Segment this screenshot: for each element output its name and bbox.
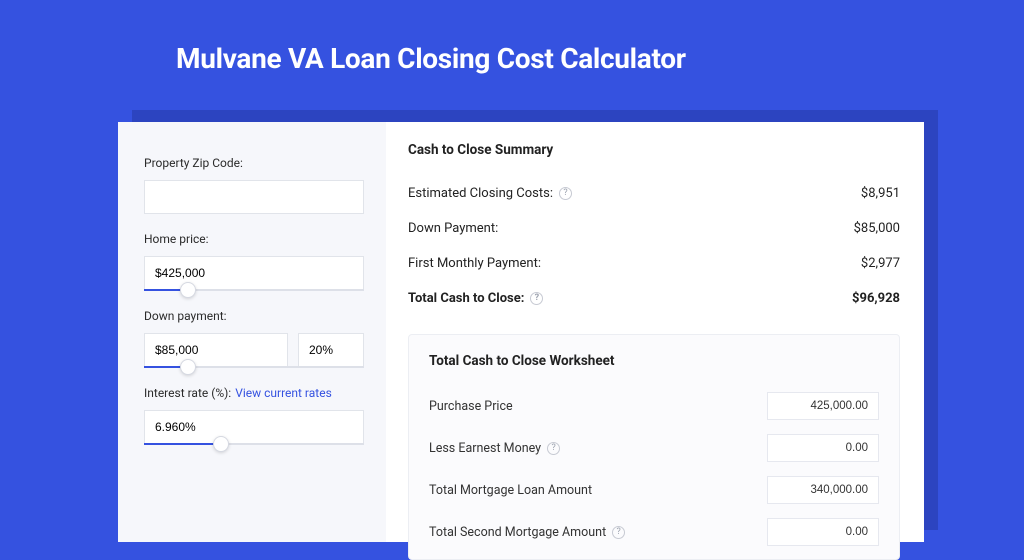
summary-total-row: Total Cash to Close: ? $96,928 (408, 281, 900, 316)
summary-heading: Cash to Close Summary (408, 142, 900, 158)
interest-slider[interactable] (144, 443, 364, 445)
interest-slider-knob[interactable] (213, 436, 229, 452)
zip-label: Property Zip Code: (144, 156, 364, 170)
down-payment-input[interactable] (144, 333, 288, 367)
down-payment-slider-knob[interactable] (180, 359, 196, 375)
view-rates-link[interactable]: View current rates (235, 386, 332, 400)
down-payment-label: Down payment: (144, 309, 364, 323)
summary-row: Estimated Closing Costs:? $8,951 (408, 176, 900, 211)
calculator-card: Property Zip Code: Home price: Down paym… (118, 122, 924, 542)
down-payment-pct-input[interactable] (298, 333, 364, 367)
worksheet-row: Total Mortgage Loan Amount (429, 469, 879, 511)
home-price-input[interactable] (144, 256, 364, 290)
worksheet-row: Purchase Price (429, 385, 879, 427)
help-icon[interactable]: ? (547, 442, 560, 455)
summary-row-label: Estimated Closing Costs: (408, 186, 553, 201)
inputs-panel: Property Zip Code: Home price: Down paym… (118, 122, 386, 542)
worksheet-heading: Total Cash to Close Worksheet (429, 353, 879, 369)
worksheet-row-label: Total Mortgage Loan Amount (429, 483, 592, 498)
worksheet-row-label: Total Second Mortgage Amount (429, 525, 606, 540)
summary-row-value: $85,000 (854, 221, 900, 236)
interest-rate-input[interactable] (144, 410, 364, 444)
home-price-label: Home price: (144, 232, 364, 246)
worksheet-row: Less Earnest Money? (429, 427, 879, 469)
worksheet-row-input[interactable] (767, 392, 879, 420)
worksheet-row-input[interactable] (767, 434, 879, 462)
summary-row-value: $8,951 (861, 186, 900, 201)
summary-row-label: Down Payment: (408, 221, 498, 236)
down-payment-slider[interactable] (144, 366, 364, 368)
worksheet-row-label: Less Earnest Money (429, 441, 541, 456)
summary-row: Down Payment: $85,000 (408, 211, 900, 246)
home-price-slider[interactable] (144, 289, 364, 291)
summary-total-value: $96,928 (852, 291, 900, 306)
field-down-payment: Down payment: (144, 309, 364, 368)
summary-row: First Monthly Payment: $2,977 (408, 246, 900, 281)
field-zip: Property Zip Code: (144, 156, 364, 214)
field-interest-rate: Interest rate (%): View current rates (144, 386, 364, 445)
home-price-slider-knob[interactable] (180, 282, 196, 298)
page-title: Mulvane VA Loan Closing Cost Calculator (0, 0, 1024, 75)
summary-total-label: Total Cash to Close: (408, 291, 524, 306)
interest-slider-wrap (144, 410, 364, 445)
worksheet-row-label: Purchase Price (429, 399, 513, 414)
down-payment-slider-wrap (144, 333, 364, 368)
field-home-price: Home price: (144, 232, 364, 291)
help-icon[interactable]: ? (612, 526, 625, 539)
home-price-slider-wrap (144, 256, 364, 291)
worksheet-row: Total Second Mortgage Amount? (429, 511, 879, 553)
help-icon[interactable]: ? (530, 292, 543, 305)
results-panel: Cash to Close Summary Estimated Closing … (386, 122, 924, 542)
zip-input[interactable] (144, 180, 364, 214)
interest-rate-label: Interest rate (%): (144, 386, 231, 400)
worksheet-row-input[interactable] (767, 476, 879, 504)
worksheet-row-input[interactable] (767, 518, 879, 546)
help-icon[interactable]: ? (559, 187, 572, 200)
summary-row-value: $2,977 (861, 256, 900, 271)
worksheet-card: Total Cash to Close Worksheet Purchase P… (408, 334, 900, 560)
interest-slider-fill (144, 443, 221, 445)
summary-row-label: First Monthly Payment: (408, 256, 541, 271)
